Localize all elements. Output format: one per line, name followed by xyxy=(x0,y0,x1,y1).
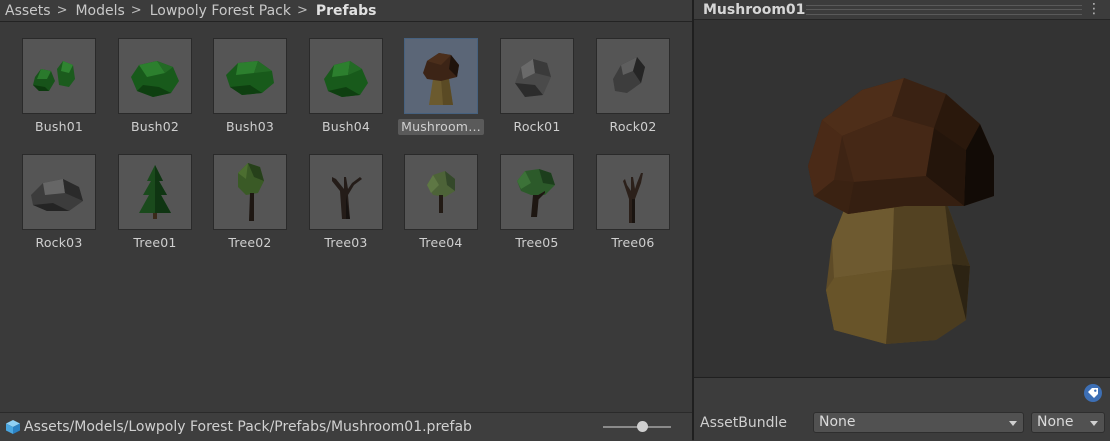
asset-item-mushroom01[interactable]: Mushroom… xyxy=(398,22,492,135)
rock-icon xyxy=(22,154,96,230)
assetbundle-name-dropdown[interactable]: None xyxy=(813,412,1024,433)
asset-label: Tree06 xyxy=(611,235,655,250)
dropdown-value: None xyxy=(1037,414,1074,430)
asset-item-tree03[interactable]: Tree03 xyxy=(307,138,397,250)
asset-label: Rock01 xyxy=(513,119,561,134)
pine-tree-icon xyxy=(118,154,192,230)
asset-item-tree04[interactable]: Tree04 xyxy=(402,138,492,250)
model-preview-viewport[interactable] xyxy=(694,20,1110,376)
breadcrumb-assets[interactable]: Assets xyxy=(0,3,51,19)
asset-label: Bush01 xyxy=(34,119,84,134)
chevron-down-icon xyxy=(1090,421,1098,426)
tree-icon xyxy=(213,154,287,230)
asset-item-rock02[interactable]: Rock02 xyxy=(594,22,684,134)
kebab-menu-icon[interactable]: ⋮ xyxy=(1087,2,1101,18)
assetbundle-variant-dropdown[interactable]: None xyxy=(1031,412,1105,433)
mushroom-model-preview xyxy=(808,78,994,344)
project-panel: Assets > Models > Lowpoly Forest Pack > … xyxy=(0,0,692,441)
asset-item-rock01[interactable]: Rock01 xyxy=(498,22,588,134)
panel-drag-handle[interactable] xyxy=(806,5,1082,15)
selected-asset-path: Assets/Models/Lowpoly Forest Pack/Prefab… xyxy=(24,419,472,435)
asset-item-tree01[interactable]: Tree01 xyxy=(116,138,206,250)
breadcrumb-separator: > xyxy=(56,3,68,18)
status-bar: Assets/Models/Lowpoly Forest Pack/Prefab… xyxy=(0,412,692,441)
asset-label: Rock03 xyxy=(35,235,83,250)
dead-tree-icon xyxy=(309,154,383,230)
breadcrumb-forest-pack[interactable]: Lowpoly Forest Pack xyxy=(146,3,291,19)
tag-icon[interactable] xyxy=(1084,384,1102,402)
asset-item-bush01[interactable]: Bush01 xyxy=(20,22,110,134)
asset-item-tree05[interactable]: Tree05 xyxy=(498,138,588,250)
bush-icon xyxy=(22,38,96,114)
chevron-down-icon xyxy=(1009,421,1017,426)
asset-label: Rock02 xyxy=(609,119,657,134)
asset-label: Tree05 xyxy=(515,235,559,250)
preview-title: Mushroom01 xyxy=(703,1,806,18)
preview-panel: Mushroom01 ⋮ AssetBundle None None xyxy=(694,0,1110,441)
asset-label: Bush04 xyxy=(321,119,371,134)
asset-label: Tree01 xyxy=(133,235,177,250)
breadcrumb: Assets > Models > Lowpoly Forest Pack > … xyxy=(0,0,692,22)
asset-item-bush03[interactable]: Bush03 xyxy=(211,22,301,134)
asset-label: Bush03 xyxy=(225,119,275,134)
bush-icon xyxy=(309,38,383,114)
bush-icon xyxy=(213,38,287,114)
asset-item-bush04[interactable]: Bush04 xyxy=(307,22,397,134)
rock-icon xyxy=(596,38,670,114)
dead-tree-icon xyxy=(596,154,670,230)
asset-label: Mushroom… xyxy=(398,119,484,135)
asset-label: Tree02 xyxy=(228,235,272,250)
tree-icon xyxy=(500,154,574,230)
asset-item-tree06[interactable]: Tree06 xyxy=(594,138,684,250)
assetbundle-label: AssetBundle xyxy=(700,415,788,431)
tree-icon xyxy=(404,154,478,230)
prefab-cube-icon xyxy=(6,420,20,434)
mushroom-icon xyxy=(404,38,478,114)
breadcrumb-separator: > xyxy=(296,3,308,18)
thumbnail-size-slider-handle[interactable] xyxy=(637,421,648,432)
breadcrumb-separator: > xyxy=(130,3,142,18)
asset-grid: Bush01 Bush02 Bush03 Bush04 Mushroom… Ro… xyxy=(0,22,692,412)
bush-icon xyxy=(118,38,192,114)
asset-label: Tree03 xyxy=(324,235,368,250)
asset-item-rock03[interactable]: Rock03 xyxy=(20,138,110,250)
asset-label: Tree04 xyxy=(419,235,463,250)
dropdown-value: None xyxy=(819,414,856,430)
asset-item-bush02[interactable]: Bush02 xyxy=(116,22,206,134)
breadcrumb-prefabs[interactable]: Prefabs xyxy=(312,3,377,19)
asset-bundle-section: AssetBundle None None xyxy=(694,377,1110,441)
breadcrumb-models[interactable]: Models xyxy=(71,3,124,19)
preview-header: Mushroom01 ⋮ xyxy=(694,0,1110,20)
rock-icon xyxy=(500,38,574,114)
asset-item-tree02[interactable]: Tree02 xyxy=(211,138,301,250)
asset-label: Bush02 xyxy=(130,119,180,134)
